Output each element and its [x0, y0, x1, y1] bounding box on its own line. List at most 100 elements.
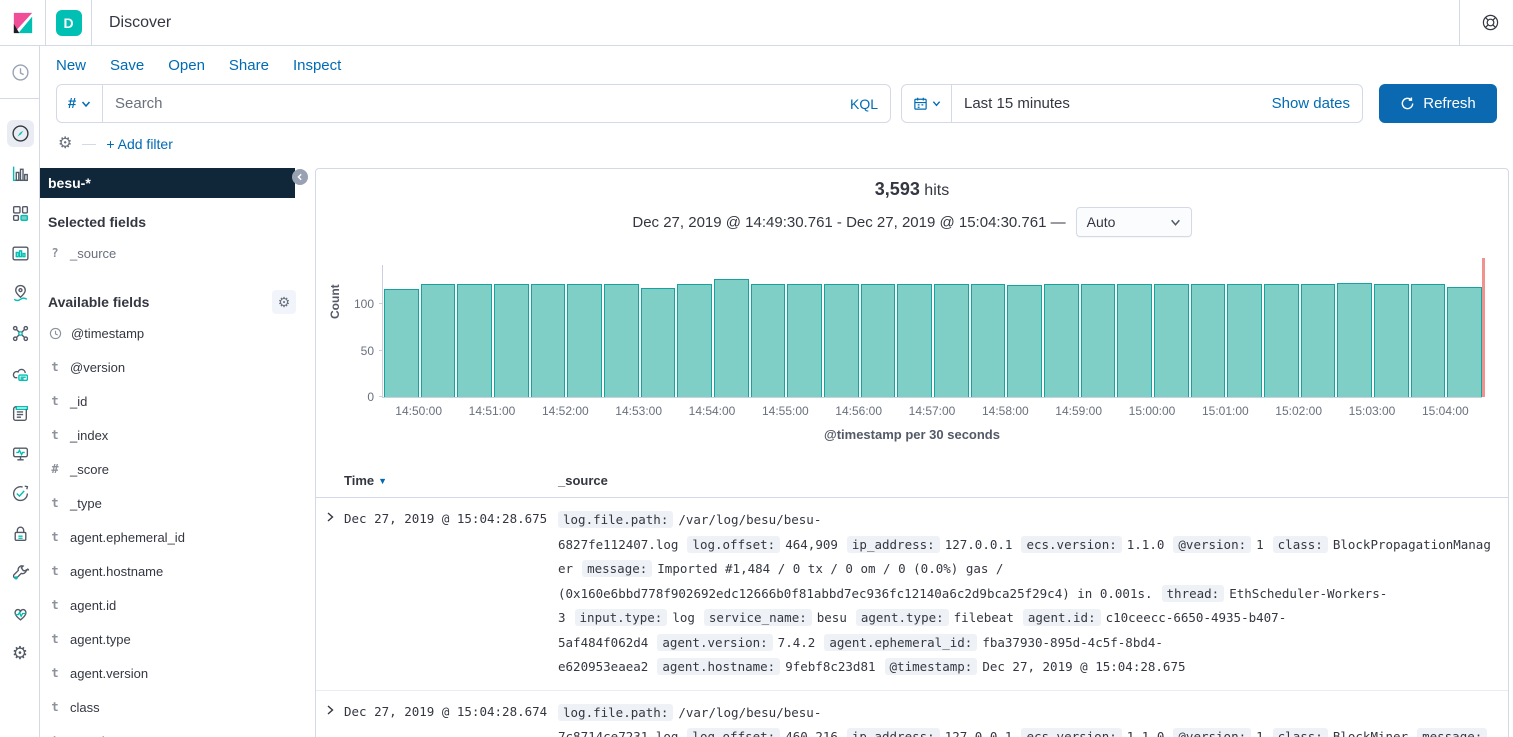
rail-visualize[interactable]	[0, 153, 40, 193]
histogram-plot-area[interactable]: 050100	[382, 265, 1482, 398]
index-pattern-filter-button[interactable]: #	[57, 85, 103, 122]
kibana-logo[interactable]	[0, 0, 46, 46]
field-chip: log.file.path:	[558, 511, 673, 528]
histogram-bar[interactable]	[641, 288, 676, 397]
field-item--source[interactable]: ?_source	[40, 236, 304, 270]
field-item--id[interactable]: t_id	[40, 384, 304, 418]
available-fields-list: @timestampt@versiont_idt_index#_scoret_t…	[40, 316, 304, 737]
x-tick-label: 14:50:00	[395, 404, 442, 418]
histogram-bar[interactable]	[897, 284, 932, 397]
histogram-bar[interactable]	[1081, 284, 1116, 397]
field-item-class[interactable]: tclass	[40, 690, 304, 724]
histogram-bar[interactable]	[1447, 287, 1482, 397]
histogram-bar[interactable]	[714, 279, 749, 397]
question-field-icon: ?	[49, 246, 61, 260]
rail-management[interactable]: ⚙	[0, 633, 40, 673]
nav-share[interactable]: Share	[229, 57, 269, 74]
chevron-right-icon	[325, 512, 335, 522]
kql-language-button[interactable]: KQL	[838, 85, 890, 122]
rail-stack-monitoring[interactable]	[0, 593, 40, 633]
histogram-bar[interactable]	[494, 284, 529, 397]
rail-canvas[interactable]	[0, 233, 40, 273]
filter-options-gear-icon[interactable]: ⚙	[58, 136, 72, 152]
histogram-bar[interactable]	[567, 284, 602, 397]
histogram-bar[interactable]	[1154, 284, 1189, 397]
rail-recently-viewed[interactable]	[0, 46, 40, 98]
histogram-bar[interactable]	[1411, 284, 1446, 397]
add-filter-button[interactable]: + Add filter	[106, 136, 173, 152]
histogram-bar[interactable]	[971, 284, 1006, 397]
rail-machine-learning[interactable]	[0, 313, 40, 353]
histogram-chart[interactable]: Count 050100 14:50:0014:51:0014:52:0014:…	[330, 257, 1494, 457]
rail-dashboard[interactable]	[0, 193, 40, 233]
rail-siem[interactable]	[0, 513, 40, 553]
histogram-bar[interactable]	[384, 289, 419, 397]
histogram-bar[interactable]	[457, 284, 492, 397]
field-item--version[interactable]: t@version	[40, 350, 304, 384]
x-tick-label: 14:57:00	[909, 404, 956, 418]
rail-apm[interactable]	[0, 433, 40, 473]
rail-infrastructure[interactable]	[0, 353, 40, 393]
chevron-down-icon	[81, 99, 91, 109]
histogram-bar[interactable]	[824, 284, 859, 397]
field-item--timestamp[interactable]: @timestamp	[40, 316, 304, 350]
rail-discover[interactable]	[0, 113, 40, 153]
collapse-sidebar-button[interactable]	[292, 169, 308, 185]
time-range-value[interactable]: Last 15 minutes	[952, 85, 1260, 122]
rail-maps[interactable]	[0, 273, 40, 313]
histogram-bar[interactable]	[1301, 284, 1336, 397]
refresh-button[interactable]: Refresh	[1379, 84, 1497, 123]
field-chip: service_name:	[704, 609, 812, 626]
discover-app-badge[interactable]: D	[56, 10, 82, 36]
field-item-agent-id[interactable]: tagent.id	[40, 588, 304, 622]
show-dates-button[interactable]: Show dates	[1260, 85, 1362, 122]
histogram-bar[interactable]	[531, 284, 566, 397]
rail-uptime[interactable]	[0, 473, 40, 513]
expand-row-button[interactable]	[316, 508, 344, 680]
histogram-bar[interactable]	[1117, 284, 1152, 397]
nav-open[interactable]: Open	[168, 57, 205, 74]
field-item-container[interactable]: tcontainer	[40, 724, 304, 737]
nav-inspect[interactable]: Inspect	[293, 57, 341, 74]
histogram-bar[interactable]	[1227, 284, 1262, 397]
histogram-bar[interactable]	[1264, 284, 1299, 397]
field-value: 460,216	[785, 729, 838, 737]
interval-select[interactable]: Auto	[1076, 207, 1192, 237]
field-name: class	[70, 700, 100, 715]
histogram-bar[interactable]	[787, 284, 822, 397]
apm-icon	[11, 444, 30, 463]
expand-row-button[interactable]	[316, 701, 344, 737]
histogram-bar[interactable]	[1191, 284, 1226, 397]
field-item-agent-version[interactable]: tagent.version	[40, 656, 304, 690]
field-item--score[interactable]: #_score	[40, 452, 304, 486]
field-chip: ip_address:	[847, 728, 940, 737]
histogram-bar[interactable]	[1337, 283, 1372, 397]
field-chip: ip_address:	[847, 536, 940, 553]
field-item-agent-hostname[interactable]: tagent.hostname	[40, 554, 304, 588]
nav-new[interactable]: New	[56, 57, 86, 74]
rail-dev-tools[interactable]	[0, 553, 40, 593]
histogram-bar[interactable]	[751, 284, 786, 397]
quick-select-time-button[interactable]	[902, 85, 952, 122]
histogram-bar[interactable]	[1007, 285, 1042, 397]
histogram-bar[interactable]	[861, 284, 896, 397]
nav-save[interactable]: Save	[110, 57, 144, 74]
field-chip: agent.id:	[1023, 609, 1101, 626]
histogram-bar[interactable]	[677, 284, 712, 397]
field-settings-button[interactable]: ⚙	[272, 290, 296, 314]
field-item-agent-type[interactable]: tagent.type	[40, 622, 304, 656]
histogram-bar[interactable]	[1044, 284, 1079, 397]
help-menu-button[interactable]	[1459, 0, 1513, 46]
histogram-bar[interactable]	[934, 284, 969, 397]
field-item--index[interactable]: t_index	[40, 418, 304, 452]
field-item-agent-ephemeral-id[interactable]: tagent.ephemeral_id	[40, 520, 304, 554]
index-pattern-selector[interactable]: besu-*	[40, 168, 295, 198]
top-nav-menu: New Save Open Share Inspect	[56, 57, 341, 74]
histogram-bar[interactable]	[421, 284, 456, 397]
rail-logs[interactable]	[0, 393, 40, 433]
histogram-bar[interactable]	[1374, 284, 1409, 397]
field-item--type[interactable]: t_type	[40, 486, 304, 520]
search-input[interactable]	[103, 85, 838, 122]
time-column-header[interactable]: Time ▼	[344, 473, 558, 488]
histogram-bar[interactable]	[604, 284, 639, 397]
